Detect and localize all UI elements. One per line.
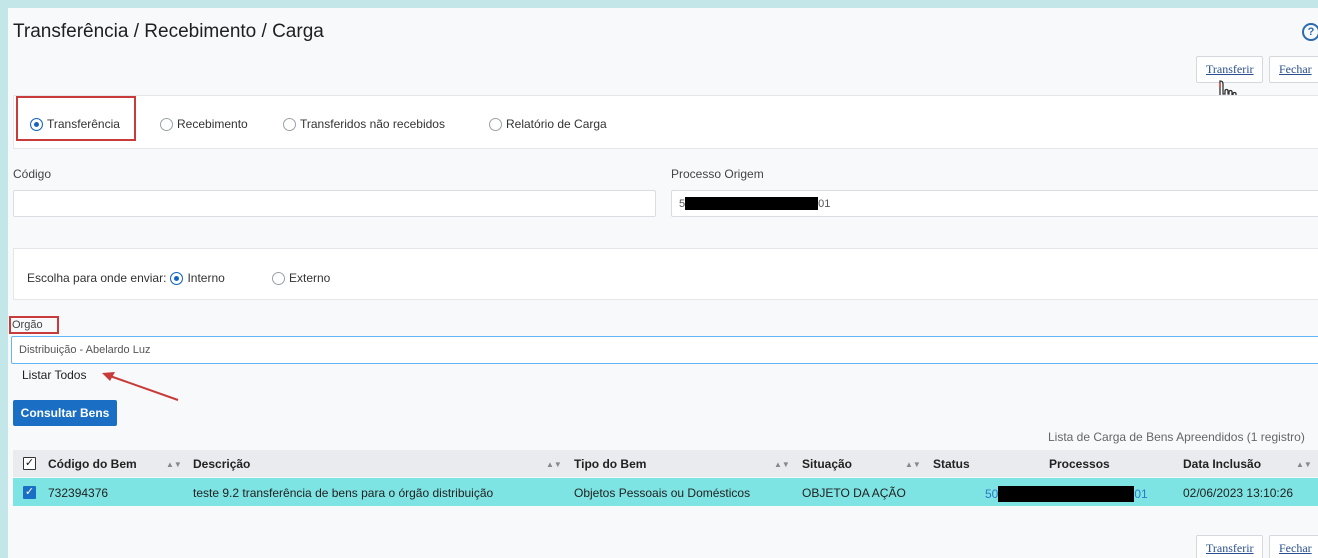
radio-externo[interactable]: Externo — [272, 271, 330, 285]
radio-transferidos-dot[interactable] — [283, 117, 296, 131]
sort-icon[interactable]: ▲▼ — [1296, 460, 1312, 469]
fechar-button-bottom[interactable]: Fechar — [1269, 535, 1318, 558]
orgao-label: Orgão — [12, 319, 43, 331]
table-caption: Lista de Carga de Bens Apreendidos (1 re… — [1048, 430, 1305, 444]
codigo-label: Código — [13, 167, 52, 181]
radio-relatorio-carga[interactable]: Relatório de Carga — [489, 117, 607, 131]
orgao-input[interactable]: Distribuição - Abelardo Luz — [11, 336, 1318, 364]
listar-todos-option[interactable]: Listar Todos — [22, 368, 86, 382]
cell-data-inclusao: 02/06/2023 13:10:26 — [1183, 486, 1294, 500]
envio-group: Escolha para onde enviar: Interno — [27, 271, 225, 285]
cell-situacao: OBJETO DA AÇÃO — [802, 486, 906, 500]
radio-relatorio-label: Relatório de Carga — [506, 117, 607, 131]
help-circle-icon[interactable]: ? — [1302, 23, 1318, 41]
col-processos[interactable]: Processos — [1049, 457, 1110, 471]
redacted-block — [998, 486, 1135, 502]
processo-origem-input[interactable]: 5 01 — [671, 190, 1318, 217]
radio-recebimento[interactable]: Recebimento — [160, 117, 248, 131]
annotation-arrow-icon — [102, 372, 179, 401]
radio-transferencia-dot[interactable] — [30, 117, 43, 131]
col-descricao[interactable]: Descrição — [193, 457, 250, 471]
col-situacao[interactable]: Situação — [802, 457, 852, 471]
col-status[interactable]: Status — [933, 457, 970, 471]
processo-origem-suffix: 01 — [818, 197, 831, 210]
cell-codigo: 732394376 — [48, 486, 109, 500]
sort-icon[interactable]: ▲▼ — [166, 460, 182, 469]
radio-recebimento-label: Recebimento — [177, 117, 248, 131]
page-title: Transferência / Recebimento / Carga — [13, 21, 324, 42]
cell-processos[interactable]: 50 01 — [985, 486, 1148, 502]
radio-interno-label[interactable]: Interno — [187, 271, 224, 285]
radio-transferencia[interactable]: Transferência — [30, 117, 120, 131]
radio-interno-dot[interactable] — [170, 271, 184, 285]
transferir-button-bottom[interactable]: Transferir — [1196, 535, 1263, 558]
cell-processo-prefix: 50 — [985, 487, 999, 501]
select-all-checkbox[interactable]: ✓ — [23, 457, 36, 470]
sort-icon[interactable]: ▲▼ — [546, 460, 562, 469]
col-data-inclusao[interactable]: Data Inclusão — [1183, 457, 1261, 471]
row-checkbox[interactable]: ✓ — [23, 486, 36, 499]
sort-icon[interactable]: ▲▼ — [905, 460, 921, 469]
col-codigo[interactable]: Código do Bem — [48, 457, 137, 471]
sort-icon[interactable]: ▲▼ — [774, 460, 790, 469]
cell-processo-suffix: 01 — [1134, 487, 1148, 501]
processo-origem-label: Processo Origem — [671, 167, 764, 181]
cell-descricao: teste 9.2 transferência de bens para o ó… — [193, 486, 494, 500]
fechar-button-top[interactable]: Fechar — [1269, 56, 1318, 83]
redacted-block — [685, 197, 819, 210]
cell-tipo: Objetos Pessoais ou Domésticos — [574, 486, 751, 500]
radio-externo-label: Externo — [289, 271, 331, 285]
radio-relatorio-dot[interactable] — [489, 117, 502, 131]
radio-transferidos-nao-recebidos[interactable]: Transferidos não recebidos — [283, 117, 445, 131]
codigo-input[interactable] — [13, 190, 656, 217]
radio-externo-dot[interactable] — [272, 271, 285, 285]
radio-transferidos-label: Transferidos não recebidos — [300, 117, 445, 131]
main-window: Transferência / Recebimento / Carga ? Tr… — [8, 8, 1318, 558]
col-tipo[interactable]: Tipo do Bem — [574, 457, 646, 471]
radio-transferencia-label: Transferência — [47, 117, 120, 131]
envio-label: Escolha para onde enviar: — [27, 271, 167, 285]
radio-recebimento-dot[interactable] — [160, 117, 173, 131]
consultar-bens-button[interactable]: Consultar Bens — [13, 400, 117, 426]
